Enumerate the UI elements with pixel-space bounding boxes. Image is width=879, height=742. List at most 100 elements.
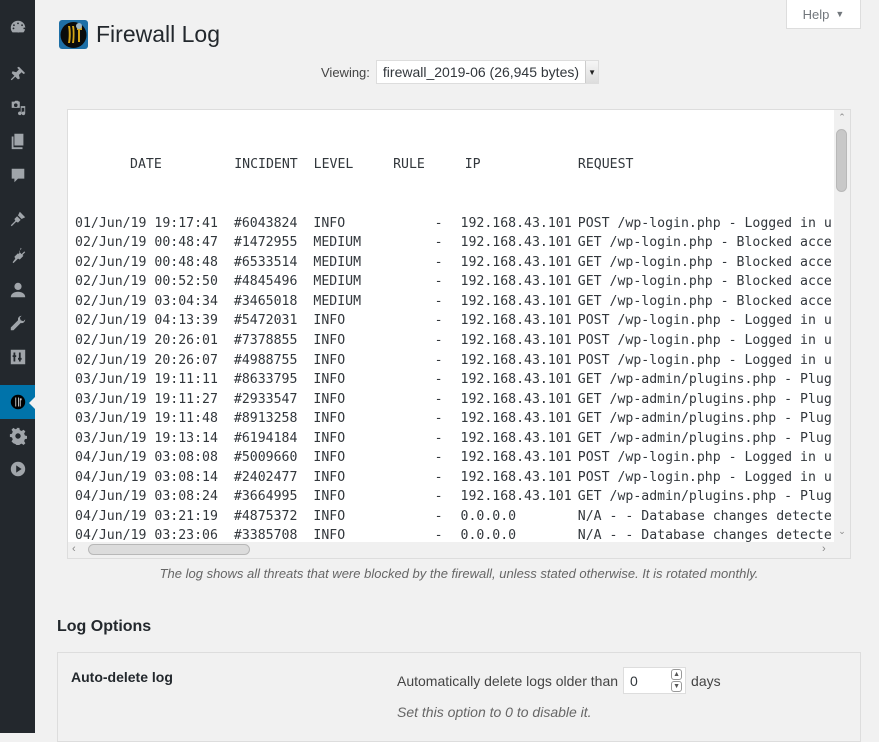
log-level: INFO: [313, 391, 346, 407]
log-level: INFO: [313, 215, 346, 231]
sidebar-item-appearance[interactable]: [0, 202, 35, 236]
log-incident: #3664995: [233, 489, 298, 505]
sidebar-item-settings[interactable]: [0, 419, 35, 453]
log-date: 04/Jun/19 03:08:24: [75, 489, 218, 505]
log-rule: -: [434, 333, 443, 349]
log-date: 02/Jun/19 00:48:48: [75, 254, 218, 270]
viewing-label: Viewing:: [321, 64, 370, 80]
log-date: 04/Jun/19 03:08:14: [75, 469, 218, 485]
log-request: GET /wp-login.php - Blocked acce: [577, 254, 832, 270]
sidebar-item-users[interactable]: [0, 273, 35, 307]
log-level: MEDIUM: [313, 235, 362, 251]
log-level: INFO: [313, 313, 346, 329]
log-ip: 192.168.43.101: [460, 391, 572, 407]
log-level: INFO: [313, 411, 346, 427]
scroll-up-icon[interactable]: ⌃: [834, 112, 850, 126]
log-row: 04/Jun/19 03:21:19 #4875372 INFO - 0.0.0.0 N/…: [75, 507, 835, 527]
log-row: 04/Jun/19 03:08:08 #5009660 INFO - 192.168.4…: [75, 448, 835, 468]
log-level: MEDIUM: [313, 274, 362, 290]
horizontal-scrollbar[interactable]: ‹ ›: [68, 542, 850, 558]
log-date: 02/Jun/19 20:26:01: [75, 333, 218, 349]
log-incident: #2933547: [233, 391, 298, 407]
comment-icon: [11, 168, 24, 183]
log-incident: #8633795: [233, 372, 298, 388]
log-date: 04/Jun/19 03:08:08: [75, 450, 218, 466]
vertical-scrollbar[interactable]: ⌃ ⌄: [834, 110, 850, 542]
log-date: 02/Jun/19 00:52:50: [75, 274, 218, 290]
scroll-right-icon[interactable]: ›: [822, 543, 826, 555]
gear-icon: [9, 427, 27, 445]
log-date: 03/Jun/19 19:11:48: [75, 411, 218, 427]
column-header-incident: INCIDENT: [234, 157, 298, 173]
days-stepper[interactable]: ▲ ▼: [671, 669, 683, 692]
brush-icon: [10, 211, 25, 227]
stepper-down-icon[interactable]: ▼: [671, 681, 683, 692]
log-rule: -: [434, 274, 443, 290]
vertical-scroll-thumb[interactable]: [836, 129, 847, 192]
log-incident: #2402477: [233, 469, 298, 485]
column-header-rule: RULE: [393, 157, 425, 173]
media-icon: [11, 100, 25, 116]
column-header-request: REQUEST: [577, 157, 634, 173]
scroll-left-icon[interactable]: ‹: [72, 543, 76, 555]
log-ip: 192.168.43.101: [460, 254, 572, 270]
log-file-select[interactable]: firewall_2019-06 (26,945 bytes) ▼: [375, 60, 600, 84]
help-label: Help: [802, 6, 830, 22]
log-level: INFO: [313, 430, 346, 446]
sidebar-item-tools[interactable]: [0, 306, 35, 340]
log-incident: #8913258: [233, 411, 298, 427]
log-date: 02/Jun/19 03:04:34: [75, 293, 218, 309]
log-incident: #5472031: [233, 313, 298, 329]
log-date: 02/Jun/19 00:48:47: [75, 235, 218, 251]
sidebar-item-dashboard[interactable]: [0, 10, 35, 44]
log-header-row: DATE INCIDENT LEVEL RULE IP REQUEST: [75, 155, 835, 175]
sidebar-item-media-player[interactable]: [0, 452, 35, 486]
column-header-ip: IP: [464, 157, 481, 173]
log-caption: The log shows all threats that were bloc…: [159, 566, 759, 581]
log-viewer[interactable]: DATE INCIDENT LEVEL RULE IP REQUEST 01/J…: [67, 109, 851, 559]
log-date: 01/Jun/19 19:17:41: [75, 215, 218, 231]
log-ip: 192.168.43.101: [460, 450, 572, 466]
log-file-select-value: firewall_2019-06 (26,945 bytes): [382, 64, 580, 80]
log-options-title: Log Options: [57, 618, 152, 635]
log-ip: 192.168.43.101: [460, 489, 572, 505]
log-request: GET /wp-admin/plugins.php - Plug: [577, 430, 832, 446]
log-options-panel: Auto-delete log Automatically delete log…: [57, 652, 861, 742]
log-rule: -: [434, 254, 443, 270]
auto-delete-days-input[interactable]: 0 ▲ ▼: [623, 667, 687, 694]
auto-delete-suffix: days: [691, 672, 721, 689]
log-incident: #4875372: [233, 508, 298, 524]
log-request: POST /wp-login.php - Logged in u: [577, 352, 832, 368]
sidebar-item-sliders[interactable]: [0, 340, 35, 374]
log-level: MEDIUM: [313, 293, 362, 309]
sidebar-item-comments[interactable]: [0, 158, 35, 192]
help-button[interactable]: Help ▼: [786, 0, 861, 29]
log-incident: #6533514: [233, 254, 298, 270]
auto-delete-row: Automatically delete logs older than 0 ▲…: [397, 667, 721, 694]
log-date: 02/Jun/19 04:13:39: [75, 313, 218, 329]
auto-delete-days-value: 0: [630, 672, 638, 689]
sidebar-item-media[interactable]: [0, 90, 35, 124]
firewall-logo-icon: [10, 394, 25, 410]
log-request: GET /wp-admin/plugins.php - Plug: [577, 489, 832, 505]
stepper-up-icon[interactable]: ▲: [671, 669, 683, 680]
sidebar-item-ninjafirewall[interactable]: [0, 385, 35, 419]
log-rule: -: [434, 489, 443, 505]
log-ip: 192.168.43.101: [460, 293, 572, 309]
scroll-down-icon[interactable]: ⌄: [834, 526, 850, 540]
log-row: 03/Jun/19 19:11:11 #8633795 INFO - 192.168.4…: [75, 370, 835, 390]
log-level: INFO: [313, 450, 346, 466]
pages-icon: [11, 133, 23, 150]
sidebar-item-plugins[interactable]: [0, 238, 35, 272]
horizontal-scroll-thumb[interactable]: [88, 544, 250, 555]
log-incident: #5009660: [233, 450, 298, 466]
log-request: GET /wp-admin/plugins.php - Plug: [577, 411, 832, 427]
column-header-level: LEVEL: [313, 157, 354, 173]
sidebar-item-pages[interactable]: [0, 124, 35, 158]
sidebar-item-posts[interactable]: [0, 57, 35, 91]
log-incident: #1472955: [233, 235, 298, 251]
log-row: 04/Jun/19 03:08:14 #2402477 INFO - 192.168.4…: [75, 468, 835, 488]
log-ip: 192.168.43.101: [460, 469, 572, 485]
log-rule: -: [434, 215, 443, 231]
log-request: GET /wp-login.php - Blocked acce: [577, 235, 832, 251]
